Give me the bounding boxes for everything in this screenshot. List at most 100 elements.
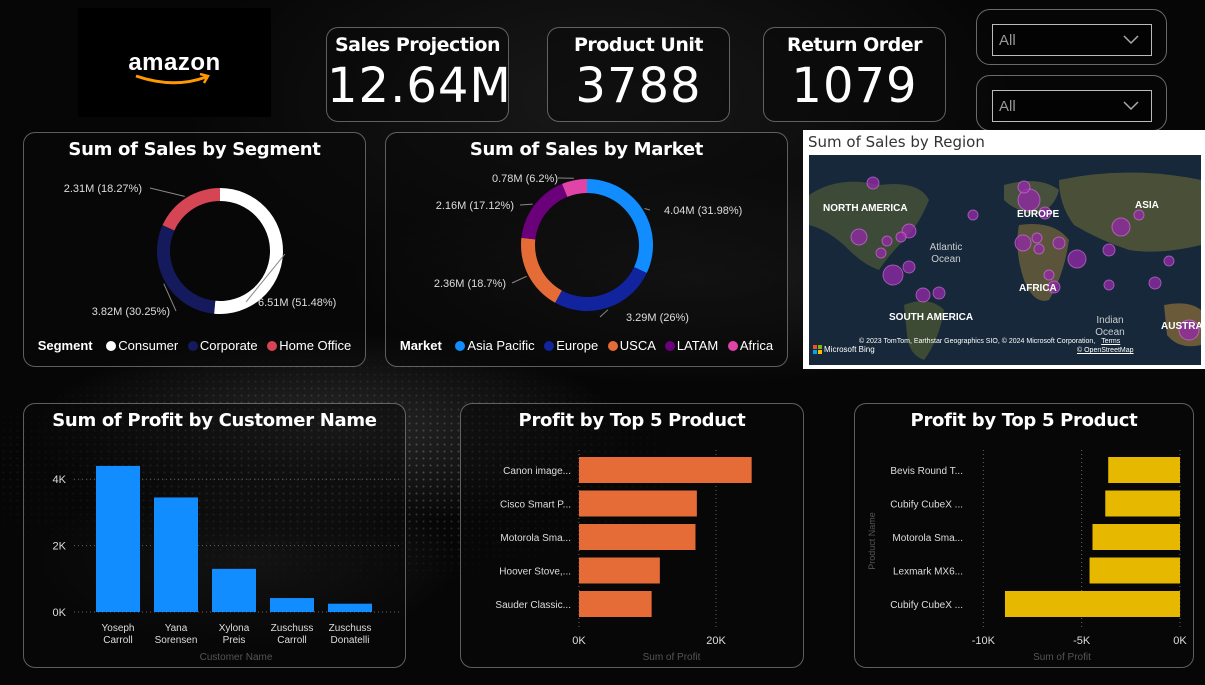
map-bubble[interactable] (1043, 269, 1055, 281)
data-label: 4.04M (31.98%) (664, 205, 742, 217)
leader-line (519, 203, 533, 206)
bing-logo: Microsoft Bing (813, 345, 875, 354)
legend-label[interactable]: Home Office (279, 338, 351, 353)
y-tick-label: Hoover Stove,... (499, 567, 571, 578)
bar[interactable] (212, 568, 256, 612)
map-bubble[interactable] (895, 231, 907, 243)
map-bubble[interactable] (866, 176, 880, 190)
chart-title: Sum of Profit by Customer Name (52, 410, 377, 431)
x-tick-label: 20K (706, 635, 726, 647)
bar[interactable] (579, 557, 660, 584)
y-tick-label: 2K (53, 541, 67, 553)
map-bubble[interactable] (902, 260, 916, 274)
market-donut-chart: 4.04M (31.98%) 3.29M (26%) 2.36M (18.7%) 2.… (434, 173, 742, 324)
market-legend: Market Asia Pacific Europe USCA LATAM Af… (386, 338, 787, 353)
amazon-smile-icon (135, 72, 211, 84)
map-bubble[interactable] (1052, 236, 1066, 250)
y-tick-label: Sauder Classic... (495, 600, 571, 611)
map-bubble[interactable] (882, 264, 904, 286)
map-bubble[interactable] (1148, 276, 1162, 290)
x-tick-label: Carroll (103, 635, 132, 646)
bottom5-profit-card: Profit by Top 5 Product -10K -5K 0K Bevis R… (854, 403, 1194, 668)
world-map[interactable]: NORTH AMERICA EUROPE ASIA Atlantic Ocean… (809, 155, 1201, 365)
bar[interactable] (1108, 457, 1180, 483)
bar[interactable] (1089, 557, 1180, 584)
map-bubble[interactable] (881, 235, 893, 247)
bar[interactable] (154, 497, 198, 612)
map-bubble[interactable] (875, 247, 887, 259)
bar[interactable] (1004, 591, 1180, 617)
kpi-sales-projection: Sales Projection 12.64M (326, 27, 511, 122)
bar[interactable] (1105, 490, 1180, 517)
map-bubble[interactable] (1014, 234, 1032, 252)
donut-slice-usca[interactable] (521, 237, 562, 303)
donut-slice-home-office[interactable] (162, 188, 220, 231)
bar[interactable] (270, 598, 314, 612)
bar[interactable] (1092, 524, 1180, 550)
donut-slice-latam[interactable] (521, 183, 568, 240)
amazon-logo: amazon (78, 8, 271, 117)
map-bubble[interactable] (1033, 243, 1045, 255)
slicer-dropdown-2[interactable]: All (992, 90, 1152, 122)
slicer-value: All (999, 97, 1016, 115)
slicer-card-2: All (976, 75, 1167, 131)
legend-dot-consumer (106, 341, 117, 351)
legend-label[interactable]: Europe (556, 338, 598, 353)
map-bubble[interactable] (1102, 243, 1116, 257)
slicer-dropdown-1[interactable]: All (992, 24, 1152, 56)
legend-dot-home-office (267, 341, 278, 351)
top5-profit-chart: 0K 20K Canon image... Cisco Smart P... Motor… (495, 450, 752, 663)
bar[interactable] (579, 457, 752, 483)
terms-link[interactable]: Terms (1101, 338, 1120, 345)
segment-legend: Segment Consumer Corporate Home Office (24, 338, 365, 353)
legend-dot-europe (544, 341, 555, 351)
data-label: 0.78M (6.2%) (492, 173, 558, 185)
osm-link[interactable]: © OpenStreetMap (1077, 347, 1134, 354)
map-bubble[interactable] (1017, 180, 1031, 194)
x-axis-label: Sum of Profit (1033, 652, 1091, 663)
profit-by-customer-chart: 0K2K4KYosephCarrollYanaSorensenXylonaPre… (53, 465, 400, 663)
bar[interactable] (328, 603, 372, 612)
kpi-title: Return Order (786, 34, 923, 56)
data-label: 3.29M (26%) (626, 312, 689, 324)
map-bubble[interactable] (1103, 279, 1115, 291)
legend-label[interactable]: USCA (620, 338, 655, 353)
bar[interactable] (579, 524, 696, 550)
legend-label[interactable]: LATAM (677, 338, 718, 353)
map-bubble[interactable] (1163, 255, 1175, 267)
bing-text: Microsoft Bing (824, 345, 875, 354)
legend-label[interactable]: Corporate (200, 338, 258, 353)
donut-slice-europe[interactable] (555, 267, 647, 311)
map-bubble[interactable] (1111, 217, 1131, 237)
data-label: 3.82M (30.25%) (92, 306, 170, 318)
map-bubble[interactable] (1067, 249, 1087, 269)
x-tick-label: -10K (972, 635, 996, 647)
chart-title: Profit by Top 5 Product (518, 410, 746, 431)
data-label: 2.36M (18.7%) (434, 278, 506, 290)
y-tick-label: Cubify CubeX ... (890, 500, 963, 511)
legend-label[interactable]: Africa (740, 338, 773, 353)
x-tick-label: Yoseph (102, 623, 135, 634)
map-bubble[interactable] (932, 286, 946, 300)
map-bubble[interactable] (1031, 232, 1043, 244)
map-bubble[interactable] (915, 287, 931, 303)
map-label-south-america: SOUTH AMERICA (889, 312, 974, 323)
map-bubble[interactable] (967, 209, 979, 221)
legend-label[interactable]: Asia Pacific (467, 338, 534, 353)
map-label-africa: AFRICA (1019, 283, 1057, 294)
bar[interactable] (579, 591, 652, 617)
donut-slice-corporate[interactable] (156, 225, 216, 314)
chart-title: Profit by Top 5 Product (910, 410, 1138, 431)
map-bubble[interactable] (850, 228, 868, 246)
donut-slice-consumer[interactable] (214, 188, 283, 314)
kpi-value: 3788 (575, 58, 702, 114)
kpi-title: Product Unit (574, 34, 704, 56)
map-bubble[interactable] (1133, 209, 1145, 221)
data-label: 6.51M (51.48%) (258, 297, 336, 309)
bar[interactable] (579, 490, 697, 517)
bar[interactable] (96, 465, 140, 612)
map-label-north-america: NORTH AMERICA (823, 203, 908, 214)
donut-slice-asia-pacific[interactable] (587, 179, 653, 274)
legend-label[interactable]: Consumer (118, 338, 178, 353)
legend-dot-africa (727, 341, 738, 351)
